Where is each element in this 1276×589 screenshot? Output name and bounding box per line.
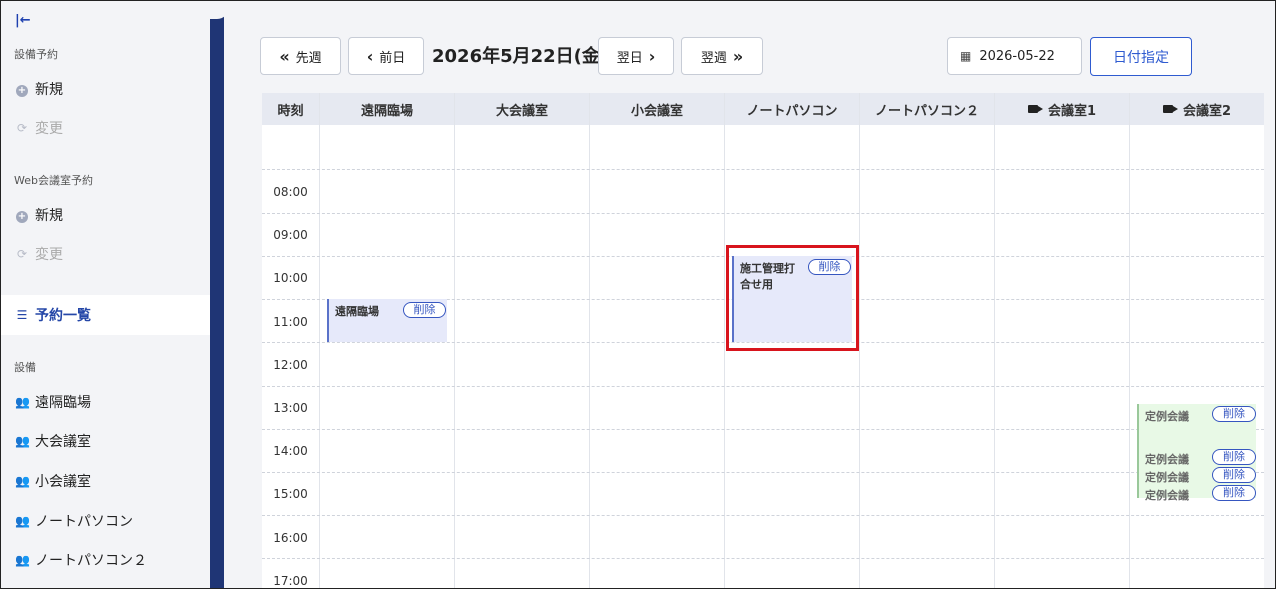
grid-row-line xyxy=(262,213,1264,214)
time-label: 11:00 xyxy=(273,315,308,329)
collapse-left-icon[interactable]: |← xyxy=(15,13,31,28)
delete-button[interactable]: 削除 xyxy=(403,302,446,318)
column-header: 小会議室 xyxy=(590,93,724,125)
sync-icon: ⟳ xyxy=(16,121,28,135)
double-chevron-left-icon: « xyxy=(279,46,290,66)
prev-week-label: 先週 xyxy=(295,50,322,66)
event-title: 定例会議 xyxy=(1145,410,1189,423)
time-label: 15:00 xyxy=(273,487,308,501)
sidebar-item-label: 小会議室 xyxy=(35,474,91,490)
sidebar-item-facility[interactable]: 👥 ノートパソコン２ xyxy=(1,543,210,577)
event-remote-inspection[interactable]: 遠隔臨場 削除 xyxy=(327,299,447,342)
sidebar-item-label: 新規 xyxy=(35,82,63,98)
delete-button[interactable]: 削除 xyxy=(1212,467,1256,483)
time-label: 10:00 xyxy=(273,271,308,285)
sidebar-item-equipment-change[interactable]: ⟳ 変更 xyxy=(1,111,210,145)
sidebar-item-facility[interactable]: 👥 小会議室 xyxy=(1,464,210,498)
sidebar-item-web-new[interactable]: + 新規 xyxy=(1,198,210,232)
section-equipment-reservation: 設備予約 xyxy=(14,48,58,61)
section-equipment: 設備 xyxy=(14,361,36,374)
column-header: ノートパソコン２ xyxy=(860,93,994,125)
sidebar-item-label: 遠隔臨場 xyxy=(35,395,91,411)
delete-button[interactable]: 削除 xyxy=(1212,406,1256,422)
next-day-label: 翌日 xyxy=(616,50,643,66)
list-icon: ☰ xyxy=(16,308,28,322)
people-icon: 👥 xyxy=(15,395,30,409)
plus-circle-icon: + xyxy=(16,84,28,97)
delete-button[interactable]: 削除 xyxy=(1212,485,1256,501)
grid-row-line xyxy=(262,558,1264,559)
grid-row-line xyxy=(262,429,1264,430)
people-icon: 👥 xyxy=(15,434,30,448)
grid-row-line xyxy=(262,472,1264,473)
sidebar-item-web-change[interactable]: ⟳ 変更 xyxy=(1,237,210,271)
column-header-label: 会議室1 xyxy=(1047,103,1097,119)
sidebar-item-facility[interactable]: 👥 ノートパソコン xyxy=(1,504,210,538)
time-label: 12:00 xyxy=(273,358,308,372)
event-title: 定例会議 xyxy=(1145,471,1189,484)
time-label: 13:00 xyxy=(273,401,308,415)
sidebar-item-label: 新規 xyxy=(35,208,63,224)
next-week-button[interactable]: 翌週 » xyxy=(681,37,763,75)
section-web-meeting-reservation: Web会議室予約 xyxy=(14,174,93,187)
sidebar-item-label: ノートパソコン２ xyxy=(35,553,147,569)
double-chevron-right-icon: » xyxy=(732,46,744,66)
column-header-meeting-room-1: 会議室1 xyxy=(995,93,1129,125)
event-title: 遠隔臨場 xyxy=(335,305,379,318)
sync-icon: ⟳ xyxy=(16,247,28,261)
time-label: 17:00 xyxy=(273,574,308,588)
main-content: « 先週 ‹ 前日 2026年5月22日(金) 翌日 › 翌週 » ▦ 2026… xyxy=(224,1,1275,588)
video-camera-icon xyxy=(1027,105,1043,113)
sidebar: |← 設備予約 + 新規 ⟳ 変更 Web会議室予約 + 新規 ⟳ 変更 ☰ 予… xyxy=(1,1,210,588)
date-field[interactable]: ▦ 2026-05-22 xyxy=(947,37,1082,75)
sidebar-item-label: 大会議室 xyxy=(35,434,91,450)
prev-day-button[interactable]: ‹ 前日 xyxy=(348,37,424,75)
sidebar-item-facility[interactable]: 👥 大会議室 xyxy=(1,424,210,458)
event-title: 定例会議 xyxy=(1145,453,1189,466)
delete-button[interactable]: 削除 xyxy=(1212,449,1256,465)
app-window: |← 設備予約 + 新規 ⟳ 変更 Web会議室予約 + 新規 ⟳ 変更 ☰ 予… xyxy=(0,0,1276,589)
date-specify-button[interactable]: 日付指定 xyxy=(1090,37,1192,76)
prev-day-label: 前日 xyxy=(379,50,406,66)
sidebar-item-reservation-list[interactable]: ☰ 予約一覧 xyxy=(1,295,210,335)
sidebar-item-label: 変更 xyxy=(35,121,63,137)
selection-highlight xyxy=(726,245,859,351)
time-label: 08:00 xyxy=(273,185,308,199)
event-regular-meeting-group[interactable]: 定例会議 削除 定例会議 削除 定例会議 削除 定例会議 削除 xyxy=(1137,404,1256,502)
date-field-value: 2026-05-22 xyxy=(979,48,1055,64)
sidebar-item-label: 変更 xyxy=(35,247,63,263)
column-header-label: 会議室2 xyxy=(1182,103,1232,119)
column-header-meeting-room-2: 会議室2 xyxy=(1130,93,1264,125)
schedule-grid: 時刻 遠隔臨場 大会議室 小会議室 ノートパソコン ノートパソコン２ 会議室1 … xyxy=(262,93,1264,588)
next-week-label: 翌週 xyxy=(700,50,727,66)
plus-circle-icon: + xyxy=(16,210,28,223)
sidebar-item-label: 予約一覧 xyxy=(35,308,91,324)
event-title: 定例会議 xyxy=(1145,489,1189,502)
time-header: 時刻 xyxy=(262,93,319,125)
chevron-left-icon: ‹ xyxy=(366,46,374,66)
current-date-title: 2026年5月22日(金) xyxy=(432,46,609,67)
time-label: 16:00 xyxy=(273,531,308,545)
video-camera-icon xyxy=(1162,105,1178,113)
sidebar-item-label: ノートパソコン xyxy=(35,514,133,530)
column-header: ノートパソコン xyxy=(725,93,859,125)
people-icon: 👥 xyxy=(15,553,30,567)
calendar-icon: ▦ xyxy=(960,49,972,63)
column-header: 大会議室 xyxy=(455,93,589,125)
grid-row-line xyxy=(262,169,1264,170)
people-icon: 👥 xyxy=(15,514,30,528)
grid-row-line xyxy=(262,386,1264,387)
grid-row-line xyxy=(262,515,1264,516)
next-day-button[interactable]: 翌日 › xyxy=(598,37,674,75)
sidebar-item-facility[interactable]: 👥 遠隔臨場 xyxy=(1,385,210,419)
time-label: 09:00 xyxy=(273,228,308,242)
sidebar-item-equipment-new[interactable]: + 新規 xyxy=(1,72,210,106)
chevron-right-icon: › xyxy=(648,46,656,66)
prev-week-button[interactable]: « 先週 xyxy=(260,37,341,75)
time-label: 14:00 xyxy=(273,444,308,458)
column-header: 遠隔臨場 xyxy=(320,93,454,125)
sidebar-divider xyxy=(210,1,224,588)
people-icon: 👥 xyxy=(15,474,30,488)
